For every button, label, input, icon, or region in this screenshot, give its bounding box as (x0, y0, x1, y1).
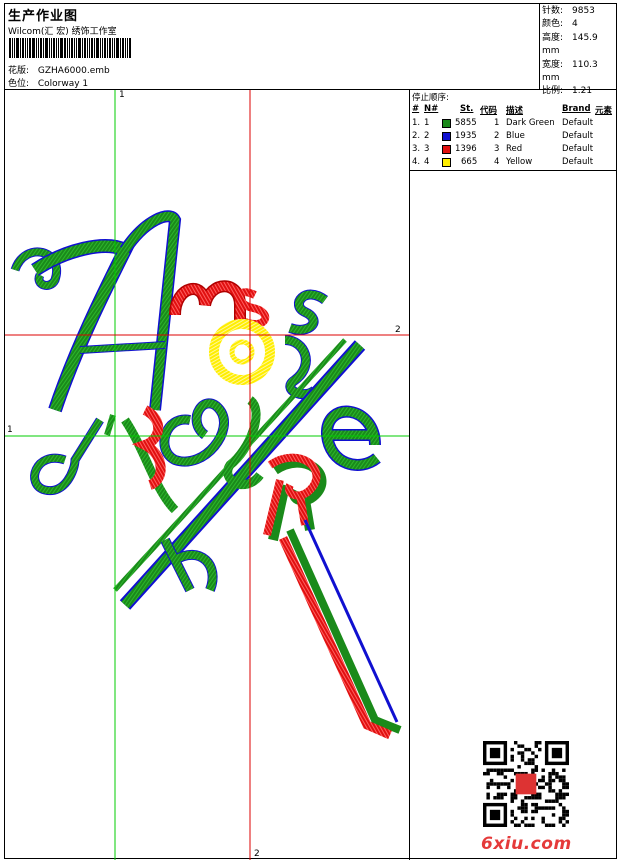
guide-h2-label: 2 (395, 325, 401, 335)
table-row: 4. 4 665 4 Yellow Default (410, 157, 616, 169)
row-stitches: 665 (461, 157, 478, 167)
row-n: 4 (424, 157, 430, 167)
color-swatch-dark-green (442, 119, 451, 128)
row-index: 3. (412, 144, 421, 154)
row-desc: Red (506, 144, 523, 154)
col-header-stitches: St. (460, 104, 474, 114)
row-brand: Default (562, 144, 594, 154)
embroidery-design (5, 90, 409, 860)
stat-colors: 颜色: 4 (542, 18, 616, 31)
stop-sequence-caption: 停止顺序: (412, 93, 449, 103)
col-header-code: 代码 (480, 106, 498, 116)
row-desc: Yellow (506, 157, 533, 167)
color-swatch-yellow (442, 158, 451, 167)
design-file-row: 花版: GZHA6000.emb (8, 63, 110, 76)
production-worksheet: 生产作业图 Wilcom(汇 宏) 绣饰工作室 花版: GZHA6000.emb… (4, 3, 617, 860)
row-stitches: 1396 (455, 144, 477, 154)
row-code: 3 (494, 144, 500, 154)
row-code: 1 (494, 118, 500, 128)
stat-width: 宽度: 110.3 mm (542, 59, 616, 86)
letter-a-shape (10, 210, 182, 413)
col-header-brand: Brand (562, 104, 591, 114)
letters-ms-red (169, 280, 270, 328)
design-canvas[interactable]: 1 2 1 2 (5, 90, 410, 860)
row-code: 2 (494, 131, 500, 141)
col-header-element: 元素 (595, 106, 613, 116)
letter-h (160, 537, 218, 593)
stat-label: 颜色: (542, 19, 564, 30)
col-header-index: # (412, 104, 420, 114)
color-swatch-red (442, 145, 451, 154)
colorway-label: 色位: (8, 79, 30, 89)
colorway-row: 色位: Colorway 1 (8, 76, 88, 89)
row-stitches: 5855 (455, 118, 477, 128)
row-n: 1 (424, 118, 430, 128)
row-index: 2. (412, 131, 421, 141)
letter-r-red (263, 453, 327, 542)
header-info: 生产作业图 Wilcom(汇 宏) 绣饰工作室 花版: GZHA6000.emb… (5, 4, 540, 89)
table-row: 3. 3 1396 3 Red Default (410, 144, 616, 156)
stat-height: 高度: 145.9 mm (542, 32, 616, 59)
qr-code-image (483, 741, 569, 827)
row-index: 1. (412, 118, 421, 128)
row-brand: Default (562, 131, 594, 141)
row-brand: Default (562, 157, 594, 167)
header: 生产作业图 Wilcom(汇 宏) 绣饰工作室 花版: GZHA6000.emb… (5, 4, 616, 96)
design-label: 花版: (8, 66, 30, 76)
stat-value: 4 (572, 19, 578, 30)
table-row: 1. 1 5855 1 Dark Green Default (410, 118, 616, 130)
letters-green-middle (121, 396, 264, 514)
letters-d-apostrophe (30, 414, 116, 496)
table-row: 2. 2 1935 2 Blue Default (410, 131, 616, 143)
stat-stitches: 针数: 9853 (542, 5, 616, 18)
row-desc: Dark Green (506, 118, 555, 128)
row-index: 4. (412, 157, 421, 167)
row-stitches: 1935 (455, 131, 477, 141)
page-title: 生产作业图 (8, 9, 79, 24)
row-n: 3 (424, 144, 430, 154)
color-swatch-blue (442, 132, 451, 141)
letters-green-right (284, 289, 328, 400)
letter-e (321, 405, 381, 471)
stat-label: 针数: (542, 6, 564, 16)
row-desc: Blue (506, 131, 525, 141)
guide-v2-label: 2 (254, 849, 260, 859)
row-brand: Default (562, 118, 594, 128)
design-file-value: GZHA6000.emb (37, 66, 110, 76)
stat-label: 高度: (542, 32, 564, 43)
stop-sequence-table: 停止顺序: # N# St. 代码 描述 Brand 元素 1. 1 5855 … (410, 90, 616, 171)
col-header-desc: 描述 (506, 106, 524, 116)
row-code: 4 (494, 157, 500, 167)
barcode (9, 38, 155, 58)
stat-label: 宽度: (542, 59, 564, 70)
design-stats: 针数: 9853 颜色: 4 高度: 145.9 mm 宽度: 110.3 mm 比例:… (542, 5, 616, 99)
studio-name: Wilcom(汇 宏) 绣饰工作室 (8, 27, 117, 37)
col-header-n: N# (424, 104, 439, 114)
guide-v1-label: 1 (119, 90, 125, 100)
guide-h1-label: 1 (7, 425, 13, 435)
row-n: 2 (424, 131, 430, 141)
colorway-value: Colorway 1 (37, 79, 89, 89)
stat-value: 9853 (572, 6, 595, 16)
yellow-circle-motif (209, 319, 275, 385)
red-tail (278, 519, 402, 740)
watermark-logo: 6xiu.com (481, 834, 572, 854)
